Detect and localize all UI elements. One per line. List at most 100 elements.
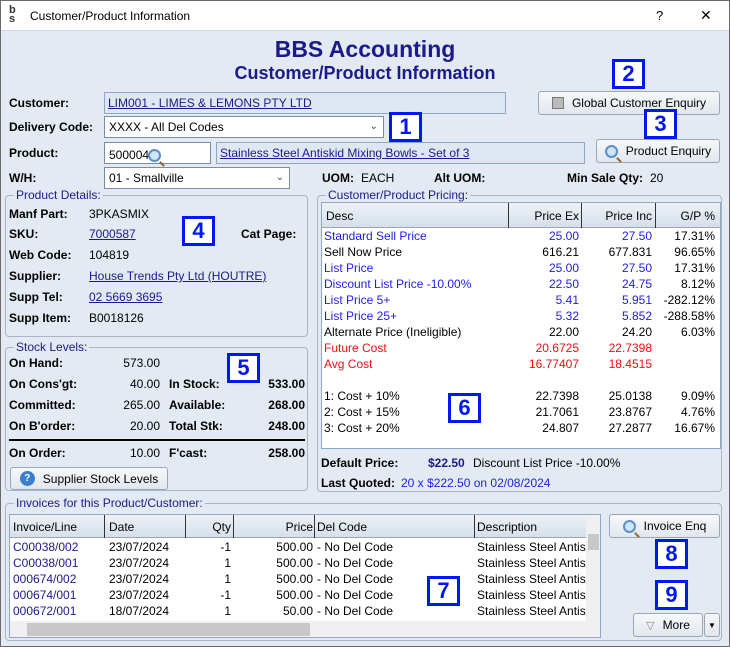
more-button[interactable]: ▽ More (633, 613, 703, 637)
pricing-ex: 22.50 (548, 277, 579, 291)
column-header[interactable]: Price Ex (508, 209, 579, 223)
total-stock-label: Total Stk: (169, 419, 223, 433)
delivery-code-value: XXXX - All Del Codes (109, 120, 224, 134)
in-stock-label: In Stock: (169, 377, 220, 391)
help-button[interactable]: ? (656, 8, 663, 23)
column-header[interactable]: Del Code (317, 520, 367, 534)
pricing-row[interactable]: Standard Sell Price 25.00 27.50 17.31% (322, 229, 720, 245)
invoice-price: 500.00 (276, 556, 313, 570)
vertical-scrollbar[interactable] (586, 515, 600, 621)
product-code-input[interactable]: 500004 (104, 142, 211, 164)
column-header[interactable]: Description (477, 520, 537, 534)
pricing-table[interactable]: Desc Price Ex Price Inc G/P % Standard S… (321, 202, 721, 449)
chevron-down-icon: ⌄ (369, 121, 378, 132)
column-header[interactable]: G/P % (655, 209, 715, 223)
delivery-code-label: Delivery Code: (9, 120, 94, 134)
pricing-row[interactable]: Future Cost 20.6725 22.7398 (322, 341, 720, 357)
warehouse-select[interactable]: 01 - Smallville ⌄ (104, 167, 290, 189)
pricing-gp: 4.76% (680, 405, 715, 419)
column-header[interactable]: Price Inc (582, 209, 652, 223)
supplier-stock-levels-button[interactable]: ? Supplier Stock Levels (10, 467, 168, 490)
pricing-row[interactable]: List Price 25+ 5.32 5.852 -288.58% (322, 309, 720, 325)
pricing-inc: 677.831 (608, 245, 652, 259)
caret-down-icon: ▼ (708, 620, 716, 630)
callout-6: 6 (448, 393, 481, 423)
on-backorder-value: 20.00 (129, 419, 160, 433)
min-sale-qty-value: 20 (650, 171, 664, 185)
divider (9, 439, 305, 441)
pricing-desc: List Price 5+ (324, 293, 391, 307)
pricing-row[interactable]: Sell Now Price 616.21 677.831 96.65% (322, 245, 720, 261)
pricing-row[interactable]: 2: Cost + 15% 21.7061 23.8767 4.76% (322, 405, 720, 421)
pricing-row[interactable]: List Price 5+ 5.41 5.951 -282.12% (322, 293, 720, 309)
manf-part-value: 3PKASMIX (89, 207, 150, 221)
column-header[interactable]: Date (109, 520, 134, 534)
last-quoted-value: 20 x $222.50 on 02/08/2024 (401, 476, 551, 490)
column-header[interactable]: Qty (186, 520, 231, 534)
default-price-description: Discount List Price -10.00% (473, 456, 621, 470)
supp-item-value: B0018126 (89, 311, 144, 325)
callout-1: 1 (389, 112, 422, 142)
pricing-ex: 5.32 (555, 309, 579, 323)
pricing-ex: 16.77407 (528, 357, 579, 371)
supp-tel-link[interactable]: 02 5669 3695 (89, 290, 162, 304)
invoice-del-code: - No Del Code (317, 556, 394, 570)
pricing-title: Customer/Product Pricing: (326, 188, 471, 202)
supplier-link[interactable]: House Trends Pty Ltd (HOUTRE) (89, 269, 266, 283)
invoice-row[interactable]: C00038/002 23/07/2024 -1 500.00 - No Del Cod… (10, 540, 586, 556)
global-customer-enquiry-button[interactable]: Global Customer Enquiry (538, 91, 720, 115)
pricing-inc: 27.50 (621, 261, 652, 275)
pricing-inc: 27.50 (621, 229, 652, 243)
pricing-row[interactable]: Avg Cost 16.77407 18.4515 (322, 357, 720, 373)
invoice-description: Stainless Steel Antis (477, 556, 586, 570)
delivery-code-select[interactable]: XXXX - All Del Codes ⌄ (104, 116, 384, 138)
invoice-row[interactable]: 000672/001 18/07/2024 1 50.00 - No Del Code S… (10, 604, 586, 620)
pricing-inc: 25.0138 (608, 389, 652, 403)
on-hand-value: 573.00 (123, 356, 160, 370)
pricing-row[interactable] (322, 373, 720, 389)
customer-label: Customer: (9, 96, 70, 110)
invoices-table-header: Invoice/Line Date Qty Price Del Code Des… (10, 515, 586, 538)
pricing-row[interactable]: Alternate Price (Ineligible) 22.00 24.20 6.… (322, 325, 720, 341)
pricing-row[interactable]: Discount List Price -10.00% 22.50 24.75 8.1… (322, 277, 720, 293)
pricing-inc: 22.7398 (608, 341, 652, 355)
pricing-gp: 6.03% (680, 325, 715, 339)
pricing-ex: 22.00 (548, 325, 579, 339)
search-icon[interactable] (148, 149, 162, 162)
pricing-desc: Future Cost (324, 341, 387, 355)
pricing-inc: 23.8767 (608, 405, 652, 419)
callout-3: 3 (644, 109, 677, 139)
sku-link[interactable]: 7000587 (89, 227, 136, 241)
pricing-row[interactable]: 3: Cost + 20% 24.807 27.2877 16.67% (322, 421, 720, 437)
invoice-row[interactable]: 000674/002 23/07/2024 1 500.00- No Del Code… (10, 572, 586, 588)
pricing-ex: 22.7398 (535, 389, 579, 403)
pricing-row[interactable]: 1: Cost + 10% 22.7398 25.0138 9.09% (322, 389, 720, 405)
web-code-value: 104819 (89, 248, 130, 262)
column-header[interactable]: Desc (326, 209, 353, 223)
scrollbar-thumb[interactable] (588, 534, 599, 550)
invoice-invoice-line[interactable]: 000674/002 (13, 572, 103, 586)
invoice-description: Stainless Steel Antis (477, 572, 586, 586)
more-dropdown-button[interactable]: ▼ (704, 613, 720, 637)
pricing-row[interactable]: List Price 25.00 27.50 17.31% (322, 261, 720, 277)
invoice-row[interactable]: C00038/001 23/07/2024 1 500.00 - No Del Code… (10, 556, 586, 572)
column-header[interactable]: Invoice/Line (13, 520, 77, 534)
invoice-invoice-line[interactable]: 000674/001 (13, 588, 103, 602)
scrollbar-thumb[interactable] (27, 623, 310, 636)
on-order-value: 10.00 (129, 446, 160, 460)
product-enquiry-button[interactable]: Product Enquiry (596, 139, 720, 163)
invoice-invoice-line[interactable]: 000672/001 (13, 604, 103, 618)
invoice-enquiry-button[interactable]: Invoice Enq (609, 514, 720, 538)
invoices-title: Invoices for this Product/Customer: (14, 496, 205, 510)
invoice-qty: -1 (220, 588, 231, 602)
close-button[interactable]: ✕ (700, 7, 712, 24)
invoices-table[interactable]: Invoice/Line Date Qty Price Del Code Des… (9, 514, 601, 638)
product-description-link[interactable]: Stainless Steel Antiskid Mixing Bowls - … (220, 146, 469, 160)
invoice-invoice-line[interactable]: C00038/001 (13, 556, 103, 570)
customer-link[interactable]: LIM001 - LIMES & LEMONS PTY LTD (108, 96, 312, 110)
column-header[interactable]: Price (234, 520, 313, 534)
pricing-gp: 17.31% (674, 261, 715, 275)
invoice-invoice-line[interactable]: C00038/002 (13, 540, 103, 554)
invoice-row[interactable]: 000674/001 23/07/2024 -1 500.00- No Del Cod… (10, 588, 586, 604)
horizontal-scrollbar[interactable] (10, 621, 600, 637)
